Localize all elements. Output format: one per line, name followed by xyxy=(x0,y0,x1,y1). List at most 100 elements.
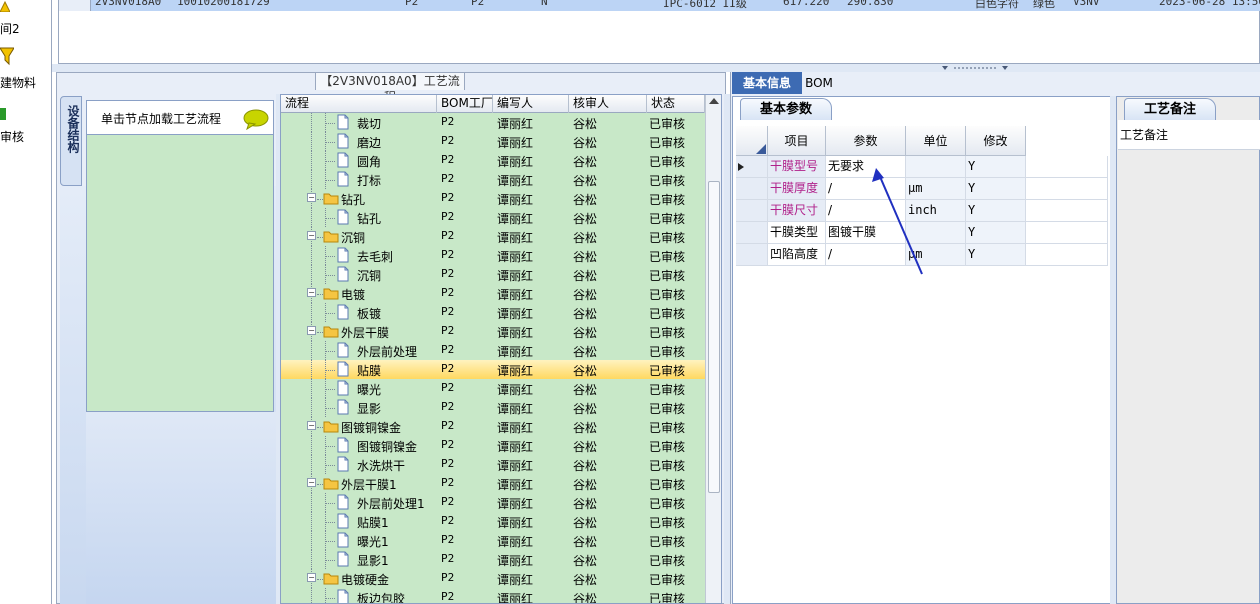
factory-cell: P2 xyxy=(441,419,455,432)
nav-item-label[interactable]: 审核 xyxy=(0,128,24,145)
funnel-icon[interactable] xyxy=(0,46,14,66)
process-name: 贴膜1 xyxy=(357,516,389,530)
row-indicator[interactable] xyxy=(736,222,768,244)
row-indicator[interactable] xyxy=(736,244,768,266)
table-row[interactable]: 贴膜1 P2 谭丽红 谷松 已审核 xyxy=(281,512,705,531)
table-row[interactable]: 磨边 P2 谭丽红 谷松 已审核 xyxy=(281,132,705,151)
table-row[interactable]: 外层前处理1 P2 谭丽红 谷松 已审核 xyxy=(281,493,705,512)
param-edit-cell[interactable]: Y xyxy=(966,244,1026,266)
tree-guide xyxy=(311,170,312,189)
table-row[interactable]: − 电镀硬金 P2 谭丽红 谷松 已审核 xyxy=(281,569,705,588)
tree-scrollbar[interactable] xyxy=(705,95,721,603)
factory-cell: P2 xyxy=(441,590,455,603)
table-row[interactable]: 曝光1 P2 谭丽红 谷松 已审核 xyxy=(281,531,705,550)
column-header[interactable]: 修改 xyxy=(966,126,1026,156)
table-row[interactable]: 去毛刺 P2 谭丽红 谷松 已审核 xyxy=(281,246,705,265)
param-item-cell: 干膜厚度 xyxy=(768,178,826,200)
column-header[interactable]: 流程 xyxy=(281,95,437,113)
reviewer-cell: 谷松 xyxy=(573,402,598,416)
row-indicator[interactable] xyxy=(736,178,768,200)
table-row[interactable]: 外层前处理 P2 谭丽红 谷松 已审核 xyxy=(281,341,705,360)
row-indicator[interactable] xyxy=(736,156,768,178)
tab-basic-params[interactable]: 基本参数 xyxy=(740,98,832,120)
scrollbar-thumb[interactable] xyxy=(708,181,720,493)
process-note-field[interactable]: 工艺备注 xyxy=(1118,120,1260,150)
horizontal-splitter[interactable] xyxy=(52,64,1260,72)
tree-guide xyxy=(325,522,335,523)
table-row[interactable]: 板镀 P2 谭丽红 谷松 已审核 xyxy=(281,303,705,322)
table-row[interactable]: − 图镀铜镍金 P2 谭丽红 谷松 已审核 xyxy=(281,417,705,436)
tab-basic-info[interactable]: 基本信息 xyxy=(732,72,802,94)
status-cell: 已审核 xyxy=(649,573,686,587)
tab-process-note[interactable]: 工艺备注 xyxy=(1124,98,1216,120)
status-cell: 已审核 xyxy=(649,402,686,416)
table-row[interactable]: 打标 P2 谭丽红 谷松 已审核 xyxy=(281,170,705,189)
param-edit-cell[interactable]: Y xyxy=(966,200,1026,222)
node-area[interactable]: 单击节点加载工艺流程 xyxy=(86,100,274,412)
column-header[interactable]: 编写人 xyxy=(493,95,569,113)
table-row[interactable]: − 钻孔 P2 谭丽红 谷松 已审核 xyxy=(281,189,705,208)
writer-cell: 谭丽红 xyxy=(497,573,534,587)
table-row[interactable]: − 外层干膜 P2 谭丽红 谷松 已审核 xyxy=(281,322,705,341)
table-row[interactable]: − 电镀 P2 谭丽红 谷松 已审核 xyxy=(281,284,705,303)
corner-cell[interactable] xyxy=(736,126,768,156)
column-header[interactable]: 单位 xyxy=(906,126,966,156)
collapse-icon[interactable]: − xyxy=(307,288,316,297)
tab-bom[interactable]: BOM xyxy=(804,72,834,94)
reviewer-cell: 谷松 xyxy=(573,592,598,604)
table-row[interactable]: 水洗烘干 P2 谭丽红 谷松 已审核 xyxy=(281,455,705,474)
table-row[interactable]: 曝光 P2 谭丽红 谷松 已审核 xyxy=(281,379,705,398)
collapse-icon[interactable]: − xyxy=(307,478,316,487)
collapse-icon[interactable]: − xyxy=(307,231,316,240)
column-header[interactable]: 参数 xyxy=(826,126,906,156)
table-row[interactable]: 2V3NV018A0 10010200181729 P2 P2 N IPC-60… xyxy=(59,0,1260,11)
document-icon xyxy=(337,494,349,510)
column-header[interactable]: 核审人 xyxy=(569,95,647,113)
nav-item-label[interactable]: 建物料 xyxy=(0,74,36,91)
collapse-icon[interactable]: − xyxy=(307,573,316,582)
table-row[interactable]: 沉铜 P2 谭丽红 谷松 已审核 xyxy=(281,265,705,284)
column-header[interactable]: 状态 xyxy=(647,95,705,113)
param-item-cell: 干膜尺寸 xyxy=(768,200,826,222)
scroll-up-icon[interactable] xyxy=(709,98,719,104)
reviewer-cell: 谷松 xyxy=(573,554,598,568)
factory-cell: P2 xyxy=(441,533,455,546)
process-name: 沉铜 xyxy=(357,269,382,283)
table-row[interactable]: 圆角 P2 谭丽红 谷松 已审核 xyxy=(281,151,705,170)
param-edit-cell[interactable]: Y xyxy=(966,222,1026,244)
check-icon[interactable] xyxy=(0,108,10,120)
table-row[interactable]: 板边包胶 P2 谭丽红 谷松 已审核 xyxy=(281,588,705,604)
collapse-icon[interactable]: − xyxy=(307,193,316,202)
process-name: 钻孔 xyxy=(341,193,366,207)
table-row[interactable]: − 沉铜 P2 谭丽红 谷松 已审核 xyxy=(281,227,705,246)
param-edit-cell[interactable]: Y xyxy=(966,156,1026,178)
param-edit-cell[interactable]: Y xyxy=(966,178,1026,200)
row-indicator[interactable] xyxy=(736,200,768,222)
table-row[interactable]: − 外层干膜1 P2 谭丽红 谷松 已审核 xyxy=(281,474,705,493)
table-row[interactable]: 显影 P2 谭丽红 谷松 已审核 xyxy=(281,398,705,417)
nav-item-label[interactable]: 间2 xyxy=(0,20,20,37)
process-name: 打标 xyxy=(357,174,382,188)
column-header[interactable]: BOM工厂 xyxy=(437,95,493,113)
status-cell: 已审核 xyxy=(649,592,686,604)
table-row[interactable]: 显影1 P2 谭丽红 谷松 已审核 xyxy=(281,550,705,569)
tree-guide xyxy=(325,275,335,276)
table-row[interactable]: 钻孔 P2 谭丽红 谷松 已审核 xyxy=(281,208,705,227)
collapse-icon[interactable]: − xyxy=(307,421,316,430)
status-cell: 已审核 xyxy=(649,136,686,150)
warning-icon[interactable] xyxy=(0,0,10,12)
table-row[interactable]: 裁切 P2 谭丽红 谷松 已审核 xyxy=(281,113,705,132)
column-header[interactable]: 项目 xyxy=(768,126,826,156)
document-icon xyxy=(337,171,349,187)
document-icon xyxy=(337,209,349,225)
writer-cell: 谭丽红 xyxy=(497,250,534,264)
process-name: 裁切 xyxy=(357,117,382,131)
collapse-icon[interactable]: − xyxy=(307,326,316,335)
reviewer-cell: 谷松 xyxy=(573,535,598,549)
speech-bubble-icon xyxy=(243,109,269,130)
tree-guide xyxy=(311,113,312,132)
table-row[interactable]: 贴膜 P2 谭丽红 谷松 已审核 xyxy=(281,360,705,379)
table-row[interactable]: 图镀铜镍金 P2 谭丽红 谷松 已审核 xyxy=(281,436,705,455)
process-tree-grid: 流程 BOM工厂 编写人 核审人 状态 裁切 P2 谭丽红 谷松 已审核 磨边 P2 谭丽红谷… xyxy=(280,94,722,604)
tab-equipment-structure[interactable]: 设备结构 xyxy=(60,96,82,186)
